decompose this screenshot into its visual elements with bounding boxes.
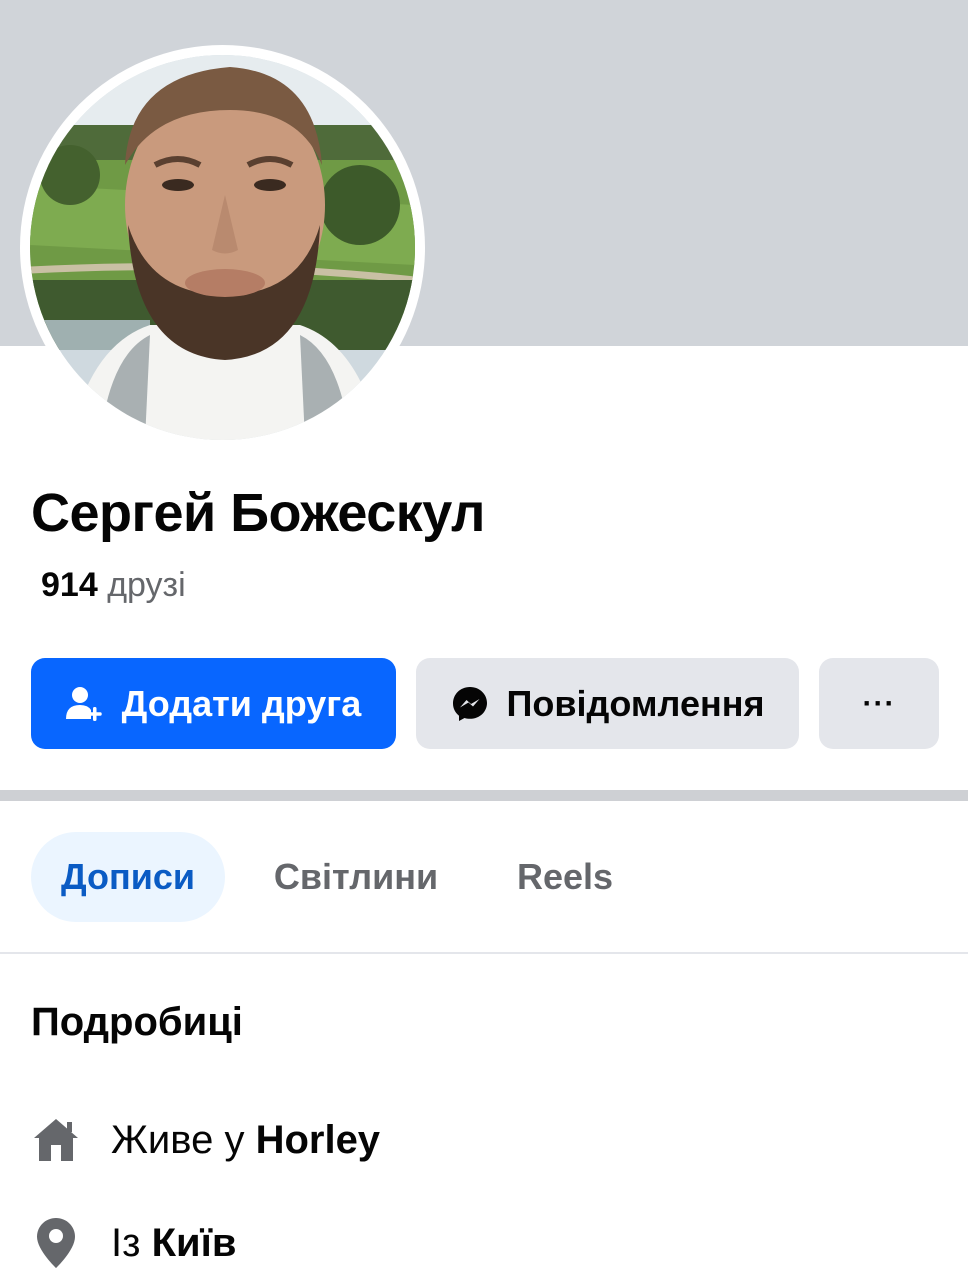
message-label: Повідомлення <box>506 682 765 724</box>
add-friend-button[interactable]: Додати друга <box>31 658 396 749</box>
friends-count-number: 914 <box>41 566 98 604</box>
detail-lives-in-value[interactable]: Horley <box>256 1118 381 1163</box>
friends-count[interactable]: 914 друзі <box>41 566 186 605</box>
tabs-divider <box>0 952 968 954</box>
detail-from-prefix: Із <box>111 1220 141 1265</box>
friends-count-label: друзі <box>107 566 186 604</box>
more-dots-icon: ··· <box>862 686 896 720</box>
location-pin-icon <box>31 1218 81 1268</box>
detail-lives-in: Живе у Horley <box>31 1110 380 1170</box>
avatar[interactable] <box>30 55 415 440</box>
home-icon <box>31 1115 81 1165</box>
profile-name: Сергей Божескул <box>31 483 485 543</box>
tab-reels[interactable]: Reels <box>500 832 630 922</box>
message-button[interactable]: Повідомлення <box>416 658 799 749</box>
detail-from-value[interactable]: Київ <box>152 1221 237 1266</box>
section-divider <box>0 790 968 801</box>
detail-lives-in-prefix: Живе у <box>111 1117 245 1162</box>
details-title: Подробиці <box>31 1000 243 1044</box>
tab-posts[interactable]: Дописи <box>31 832 225 922</box>
messenger-icon <box>451 685 489 723</box>
more-options-button[interactable]: ··· <box>819 658 939 749</box>
detail-from: Із Київ <box>31 1213 236 1273</box>
avatar-photo <box>30 55 415 440</box>
profile-page: Сергей Божескул 914 друзі Додати друга П… <box>0 0 968 1280</box>
add-friend-label: Додати друга <box>121 682 362 724</box>
add-friend-icon <box>65 685 104 723</box>
tab-photos[interactable]: Світлини <box>258 832 454 922</box>
